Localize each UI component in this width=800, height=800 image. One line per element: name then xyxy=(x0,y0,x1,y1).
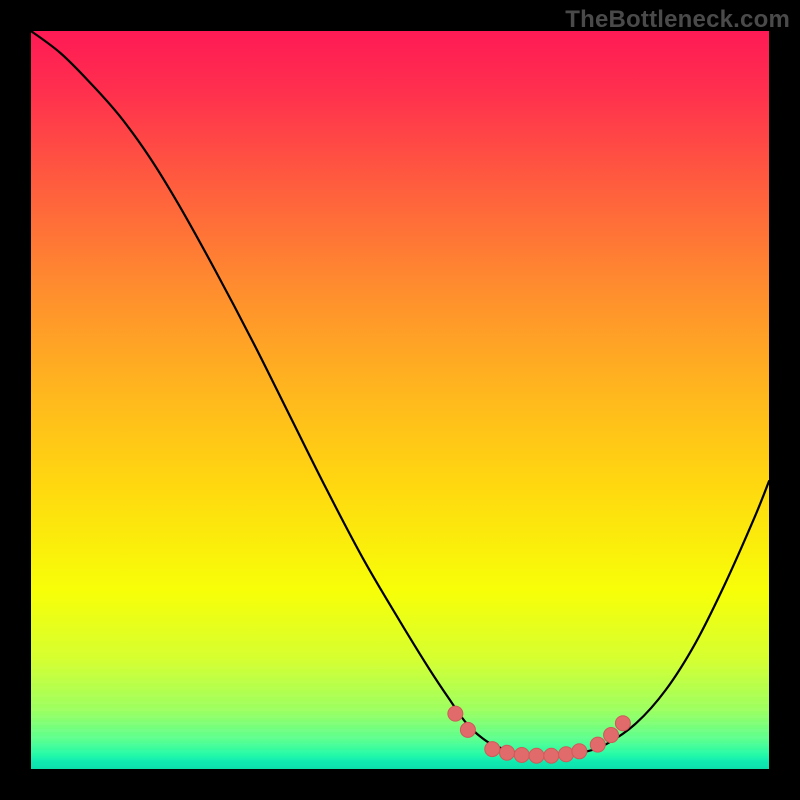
marker-flat-a xyxy=(500,745,515,760)
bottleneck-curve xyxy=(31,31,769,756)
frame: TheBottleneck.com xyxy=(0,0,800,800)
marker-right-cluster-mid xyxy=(604,728,619,743)
attribution-text: TheBottleneck.com xyxy=(565,6,790,34)
marker-flat-start xyxy=(485,742,500,757)
marker-right-cluster-low xyxy=(590,737,605,752)
marker-flat-c xyxy=(529,748,544,763)
marker-right-cluster-top xyxy=(615,716,630,731)
marker-flat-d xyxy=(544,748,559,763)
marker-left-cluster-mid xyxy=(460,722,475,737)
marker-group xyxy=(448,706,631,763)
marker-left-cluster-top xyxy=(448,706,463,721)
plot-area xyxy=(31,31,769,769)
marker-flat-b xyxy=(514,747,529,762)
marker-flat-end xyxy=(572,744,587,759)
chart-svg xyxy=(31,31,769,769)
marker-flat-e xyxy=(559,747,574,762)
